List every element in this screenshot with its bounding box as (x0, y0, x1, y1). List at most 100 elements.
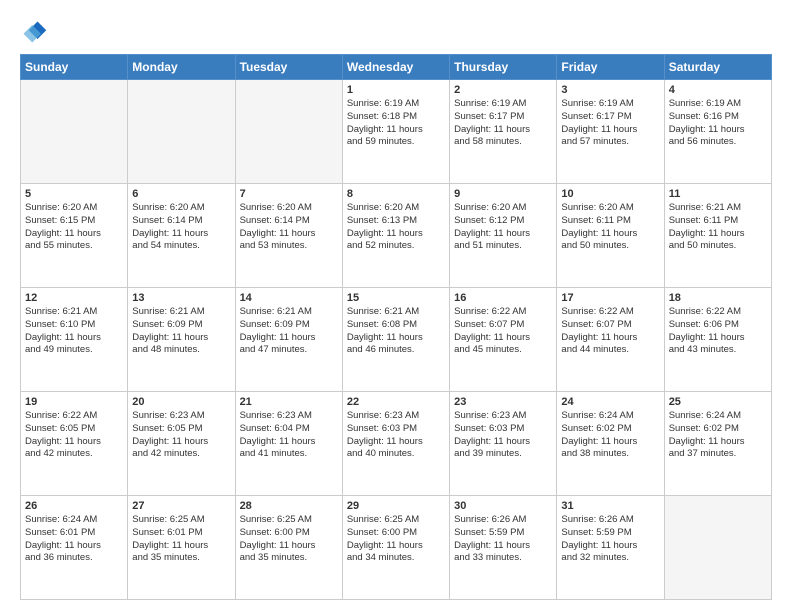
calendar-cell: 3 Sunrise: 6:19 AM Sunset: 6:17 PM Daylig… (557, 80, 664, 184)
day-number: 20 (132, 396, 230, 408)
cell-info: Sunrise: 6:23 AM Sunset: 6:04 PM Dayligh… (240, 410, 338, 461)
day-number: 22 (347, 396, 445, 408)
calendar-cell: 24Sunrise: 6:24 AM Sunset: 6:02 PM Dayli… (557, 392, 664, 496)
cell-info: Sunrise: 6:21 AM Sunset: 6:08 PM Dayligh… (347, 306, 445, 357)
weekday-header-row: SundayMondayTuesdayWednesdayThursdayFrid… (21, 55, 772, 80)
cell-info: Sunrise: 6:21 AM Sunset: 6:11 PM Dayligh… (669, 202, 767, 253)
calendar-cell: 31 Sunrise: 6:26 AM Sunset: 5:59 PM Dayli… (557, 496, 664, 600)
cell-info: Sunrise: 6:23 AM Sunset: 6:05 PM Dayligh… (132, 410, 230, 461)
cell-info: Sunrise: 6:23 AM Sunset: 6:03 PM Dayligh… (347, 410, 445, 461)
day-number: 6 (132, 188, 230, 200)
calendar-cell: 16 Sunrise: 6:22 AM Sunset: 6:07 PM Dayli… (450, 288, 557, 392)
cell-info: Sunrise: 6:22 AM Sunset: 6:07 PM Dayligh… (454, 306, 552, 357)
week-row-4: 26 Sunrise: 6:24 AM Sunset: 6:01 PM Dayli… (21, 496, 772, 600)
cell-info: Sunrise: 6:20 AM Sunset: 6:11 PM Dayligh… (561, 202, 659, 253)
calendar-cell: 21 Sunrise: 6:23 AM Sunset: 6:04 PM Dayli… (235, 392, 342, 496)
cell-info: Sunrise: 6:25 AM Sunset: 6:00 PM Dayligh… (347, 514, 445, 565)
weekday-header-friday: Friday (557, 55, 664, 80)
calendar-cell: 27 Sunrise: 6:25 AM Sunset: 6:01 PM Dayli… (128, 496, 235, 600)
cell-info: Sunrise: 6:20 AM Sunset: 6:13 PM Dayligh… (347, 202, 445, 253)
calendar-cell: 29 Sunrise: 6:25 AM Sunset: 6:00 PM Dayli… (342, 496, 449, 600)
cell-info: Sunrise: 6:20 AM Sunset: 6:14 PM Dayligh… (240, 202, 338, 253)
day-number: 17 (561, 292, 659, 304)
day-number: 21 (240, 396, 338, 408)
cell-info: Sunrise: 6:26 AM Sunset: 5:59 PM Dayligh… (561, 514, 659, 565)
cell-info: Sunrise: 6:20 AM Sunset: 6:14 PM Dayligh… (132, 202, 230, 253)
calendar-cell (21, 80, 128, 184)
cell-info: Sunrise: 6:25 AM Sunset: 6:01 PM Dayligh… (132, 514, 230, 565)
calendar-cell: 15 Sunrise: 6:21 AM Sunset: 6:08 PM Dayli… (342, 288, 449, 392)
cell-info: Sunrise: 6:24 AM Sunset: 6:02 PM Dayligh… (669, 410, 767, 461)
cell-info: Sunrise: 6:21 AM Sunset: 6:09 PM Dayligh… (132, 306, 230, 357)
day-number: 14 (240, 292, 338, 304)
cell-info: Sunrise: 6:26 AM Sunset: 5:59 PM Dayligh… (454, 514, 552, 565)
day-number: 4 (669, 84, 767, 96)
logo-icon (20, 18, 48, 46)
calendar-cell: 1 Sunrise: 6:19 AM Sunset: 6:18 PM Daylig… (342, 80, 449, 184)
calendar-cell: 26 Sunrise: 6:24 AM Sunset: 6:01 PM Dayli… (21, 496, 128, 600)
day-number: 15 (347, 292, 445, 304)
calendar-cell: 28 Sunrise: 6:25 AM Sunset: 6:00 PM Dayli… (235, 496, 342, 600)
day-number: 19 (25, 396, 123, 408)
calendar-cell: 12 Sunrise: 6:21 AM Sunset: 6:10 PM Dayli… (21, 288, 128, 392)
cell-info: Sunrise: 6:19 AM Sunset: 6:16 PM Dayligh… (669, 98, 767, 149)
calendar-cell: 9Sunrise: 6:20 AM Sunset: 6:12 PM Daylig… (450, 184, 557, 288)
calendar-cell: 23 Sunrise: 6:23 AM Sunset: 6:03 PM Dayli… (450, 392, 557, 496)
day-number: 7 (240, 188, 338, 200)
week-row-2: 12 Sunrise: 6:21 AM Sunset: 6:10 PM Dayli… (21, 288, 772, 392)
cell-info: Sunrise: 6:22 AM Sunset: 6:05 PM Dayligh… (25, 410, 123, 461)
cell-info: Sunrise: 6:21 AM Sunset: 6:09 PM Dayligh… (240, 306, 338, 357)
calendar-cell: 5Sunrise: 6:20 AM Sunset: 6:15 PM Daylig… (21, 184, 128, 288)
day-number: 10 (561, 188, 659, 200)
calendar-cell: 2 Sunrise: 6:19 AM Sunset: 6:17 PM Daylig… (450, 80, 557, 184)
weekday-header-tuesday: Tuesday (235, 55, 342, 80)
week-row-1: 5Sunrise: 6:20 AM Sunset: 6:15 PM Daylig… (21, 184, 772, 288)
day-number: 1 (347, 84, 445, 96)
weekday-header-saturday: Saturday (664, 55, 771, 80)
logo (20, 18, 52, 46)
day-number: 3 (561, 84, 659, 96)
calendar-cell: 13 Sunrise: 6:21 AM Sunset: 6:09 PM Dayli… (128, 288, 235, 392)
weekday-header-thursday: Thursday (450, 55, 557, 80)
day-number: 11 (669, 188, 767, 200)
day-number: 23 (454, 396, 552, 408)
week-row-3: 19 Sunrise: 6:22 AM Sunset: 6:05 PM Dayli… (21, 392, 772, 496)
weekday-header-monday: Monday (128, 55, 235, 80)
day-number: 26 (25, 500, 123, 512)
day-number: 28 (240, 500, 338, 512)
calendar-cell: 25Sunrise: 6:24 AM Sunset: 6:02 PM Dayli… (664, 392, 771, 496)
calendar-cell (128, 80, 235, 184)
day-number: 31 (561, 500, 659, 512)
cell-info: Sunrise: 6:21 AM Sunset: 6:10 PM Dayligh… (25, 306, 123, 357)
calendar-cell: 7 Sunrise: 6:20 AM Sunset: 6:14 PM Daylig… (235, 184, 342, 288)
day-number: 12 (25, 292, 123, 304)
day-number: 30 (454, 500, 552, 512)
day-number: 2 (454, 84, 552, 96)
calendar-cell: 17 Sunrise: 6:22 AM Sunset: 6:07 PM Dayli… (557, 288, 664, 392)
calendar-cell: 18 Sunrise: 6:22 AM Sunset: 6:06 PM Dayli… (664, 288, 771, 392)
day-number: 18 (669, 292, 767, 304)
cell-info: Sunrise: 6:22 AM Sunset: 6:06 PM Dayligh… (669, 306, 767, 357)
cell-info: Sunrise: 6:19 AM Sunset: 6:18 PM Dayligh… (347, 98, 445, 149)
cell-info: Sunrise: 6:19 AM Sunset: 6:17 PM Dayligh… (561, 98, 659, 149)
calendar-cell: 22 Sunrise: 6:23 AM Sunset: 6:03 PM Dayli… (342, 392, 449, 496)
day-number: 13 (132, 292, 230, 304)
header (20, 18, 772, 46)
day-number: 5 (25, 188, 123, 200)
day-number: 9 (454, 188, 552, 200)
weekday-header-wednesday: Wednesday (342, 55, 449, 80)
calendar-cell: 6 Sunrise: 6:20 AM Sunset: 6:14 PM Daylig… (128, 184, 235, 288)
calendar-cell: 10 Sunrise: 6:20 AM Sunset: 6:11 PM Dayli… (557, 184, 664, 288)
cell-info: Sunrise: 6:25 AM Sunset: 6:00 PM Dayligh… (240, 514, 338, 565)
cell-info: Sunrise: 6:22 AM Sunset: 6:07 PM Dayligh… (561, 306, 659, 357)
day-number: 27 (132, 500, 230, 512)
page: SundayMondayTuesdayWednesdayThursdayFrid… (0, 0, 792, 612)
calendar-cell: 11 Sunrise: 6:21 AM Sunset: 6:11 PM Dayli… (664, 184, 771, 288)
cell-info: Sunrise: 6:23 AM Sunset: 6:03 PM Dayligh… (454, 410, 552, 461)
cell-info: Sunrise: 6:24 AM Sunset: 6:01 PM Dayligh… (25, 514, 123, 565)
day-number: 16 (454, 292, 552, 304)
calendar-cell: 30 Sunrise: 6:26 AM Sunset: 5:59 PM Dayli… (450, 496, 557, 600)
cell-info: Sunrise: 6:24 AM Sunset: 6:02 PM Dayligh… (561, 410, 659, 461)
cell-info: Sunrise: 6:19 AM Sunset: 6:17 PM Dayligh… (454, 98, 552, 149)
day-number: 29 (347, 500, 445, 512)
